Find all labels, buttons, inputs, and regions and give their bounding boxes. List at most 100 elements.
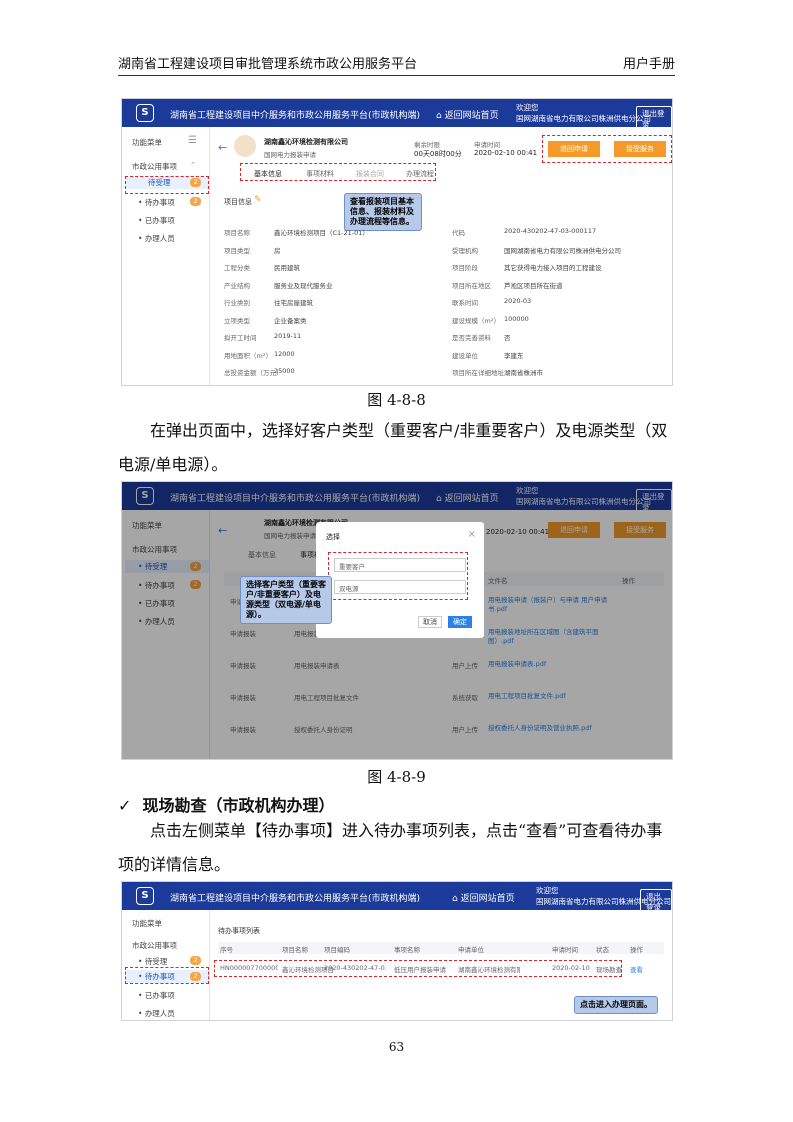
section-title: 项目信息 (224, 198, 252, 206)
dialog-title: 选择 (326, 533, 340, 541)
info-value: 100000 (504, 314, 529, 323)
info-label: 项目名称 (224, 229, 250, 237)
table-header-cell: 事项名称 (394, 946, 420, 954)
sidebar-group[interactable]: 市政公用事项 (132, 161, 177, 172)
callout-basic-info: 查看报装项目基本信息、报装材料及办理流程等信息。 (344, 193, 422, 231)
info-value: 国网湖南省电力有限公司株洲供电分公司 (504, 246, 621, 255)
info-value: 芦淞区项目所在街道 (504, 281, 563, 290)
highlight-row (214, 960, 622, 977)
screenshot-fig-4-8-8: S 湖南省工程建设项目中介服务和市政公用服务平台(市政机构端) ⌂ 返回网站首页… (121, 98, 673, 386)
table-header-cell: 申请时间 (552, 946, 578, 954)
info-value: 房 (274, 246, 281, 255)
header-manual: 用户手册 (622, 57, 675, 72)
highlight-selects (328, 552, 468, 600)
sidebar-item-done[interactable]: • 已办事项 (138, 215, 175, 226)
sidebar-item-todo[interactable]: • 待办事项 (138, 197, 175, 208)
info-value: 李建东 (504, 351, 524, 360)
section-heading: ✓ 现场勘查（市政机构办理） (118, 796, 335, 815)
home-link[interactable]: ⌂ 返回网站首页 (452, 891, 515, 904)
platform-logo-icon: S (136, 887, 154, 905)
sidebar-item-done[interactable]: • 已办事项 (138, 990, 175, 1001)
info-value: 湖南省株洲市 (504, 369, 543, 377)
caption-fig1: 图 4-8-8 (367, 391, 426, 409)
sidebar-item-staff[interactable]: • 办理人员 (138, 1008, 175, 1019)
section-title: 待办事项列表 (218, 927, 260, 935)
sidebar-item-pending[interactable]: • 待受理 (138, 956, 167, 967)
back-arrow-icon[interactable]: ← (218, 141, 227, 154)
info-label: 立项类型 (224, 316, 250, 325)
welcome-text: 欢迎您 (516, 103, 539, 112)
table-header-cell: 状态 (596, 946, 609, 954)
welcome-text: 欢迎您 (536, 886, 559, 895)
info-value: 否 (504, 334, 511, 342)
apply-label: 申请时间 (474, 141, 500, 149)
edit-icon: ✎ (254, 195, 262, 205)
ok-button[interactable]: 确定 (448, 616, 472, 628)
table-header-cell: 序号 (220, 946, 233, 954)
highlight-pending (125, 176, 209, 194)
sidebar: 功能菜单 ☰ 市政公用事项 ⌃ 待受理 2 • 待办事项 2 • 已办事项 • … (122, 127, 210, 385)
info-label: 项目阶段 (452, 264, 478, 272)
pending-badge: 2 (190, 956, 201, 965)
info-label: 项目类型 (224, 246, 250, 255)
logout-button[interactable]: 退出登录 (636, 106, 672, 132)
menu-label: 功能菜单 (132, 919, 162, 928)
screenshot-fig-4-8-9: S 湖南省工程建设项目中介服务和市政公用服务平台(市政机构端) ⌂ 返回网站首页… (121, 481, 673, 760)
info-label: 项目所在详细地址 (452, 369, 504, 377)
app-topbar: S 湖南省工程建设项目中介服务和市政公用服务平台(市政机构端) ⌂ 返回网站首页… (122, 99, 672, 132)
screenshot-fig-todo-list: S 湖南省工程建设项目中介服务和市政公用服务平台(市政机构端) ⌂ 返回网站首页… (121, 881, 673, 1021)
info-label: 建设单位 (452, 351, 478, 360)
paragraph-2: 点击左侧菜单【待办事项】进入待办事项列表，点击“查看”可查看待办事项的详情信息。 (118, 821, 663, 874)
info-label: 项目所在地区 (452, 281, 491, 290)
time-label: 剩余时限 (414, 141, 440, 149)
table-header-cell: 项目名称 (282, 946, 308, 954)
home-link[interactable]: ⌂ 返回网站首页 (436, 108, 499, 121)
logout-button[interactable]: 退出登录 (640, 889, 672, 915)
company-sub: 国网电力报装申请 (264, 151, 316, 159)
info-label: 用地面积（m²） (224, 351, 272, 360)
chevron-up-icon: ⌃ (190, 161, 196, 169)
info-value: 其它获得电力接入项目的工程建设 (504, 264, 602, 272)
menu-label: 功能菜单 (132, 138, 162, 147)
callout-select: 选择客户类型（重要客户/非重要客户）及电源类型（双电源/单电源）。 (240, 576, 332, 624)
info-value: 鑫沁环境检测项目（C1-21-01） (274, 229, 369, 237)
table-header-cell: 操作 (630, 946, 643, 954)
info-label: 联系时间 (452, 299, 478, 307)
company-name: 湖南鑫沁环境检测有限公司 (264, 138, 348, 146)
info-label: 行业类别 (224, 299, 250, 307)
time-value: 00天08时00分 (414, 150, 462, 158)
todo-badge: 2 (190, 197, 201, 206)
paragraph-1: 在弹出页面中，选择好客户类型（重要客户/非重要客户）及电源类型（双电源/单电源）… (118, 421, 668, 474)
view-link[interactable]: 查看 (630, 964, 643, 974)
highlight-todo (125, 967, 209, 984)
info-label: 建设规模（m²） (452, 316, 500, 325)
app-title: 湖南省工程建设项目中介服务和市政公用服务平台(市政机构端) (170, 894, 421, 904)
info-label: 工程分类 (224, 264, 250, 272)
page-number: 63 (388, 1040, 405, 1054)
info-label: 代码 (452, 229, 465, 237)
info-label: 拟开工时间 (224, 334, 257, 342)
company-avatar (234, 135, 256, 157)
info-label: 受理机构 (452, 246, 478, 255)
menu-toggle-icon[interactable]: ☰ (188, 135, 197, 146)
sidebar-item-staff[interactable]: • 办理人员 (138, 233, 175, 244)
highlight-buttons (542, 135, 672, 163)
info-value: 2019-11 (274, 332, 302, 340)
close-icon[interactable]: × (468, 529, 476, 540)
caption-fig2: 图 4-8-9 (367, 768, 426, 786)
org-name: 国网湖南省电力有限公司株洲供电分公司 (516, 114, 651, 123)
app-topbar-3: S 湖南省工程建设项目中介服务和市政公用服务平台(市政机构端) ⌂ 返回网站首页… (122, 882, 672, 915)
info-value: 2020-430202-47-03-000117 (504, 227, 597, 235)
info-label: 是否完善资料 (452, 334, 491, 342)
cancel-button[interactable]: 取消 (418, 616, 442, 628)
table-header-cell: 项目编码 (324, 946, 350, 954)
info-value: 住宅房屋建筑 (274, 299, 313, 307)
info-value: 服务业及现代服务业 (274, 281, 333, 290)
info-value: 25000 (274, 367, 295, 375)
header-title: 湖南省工程建设项目审批管理系统市政公用服务平台 (118, 57, 418, 72)
app-title: 湖南省工程建设项目中介服务和市政公用服务平台(市政机构端) (170, 111, 421, 121)
info-label: 产业结构 (224, 281, 250, 290)
sidebar-group[interactable]: 市政公用事项 (132, 940, 177, 951)
info-value: 2020-03 (504, 297, 532, 305)
info-value: 12000 (274, 349, 295, 358)
